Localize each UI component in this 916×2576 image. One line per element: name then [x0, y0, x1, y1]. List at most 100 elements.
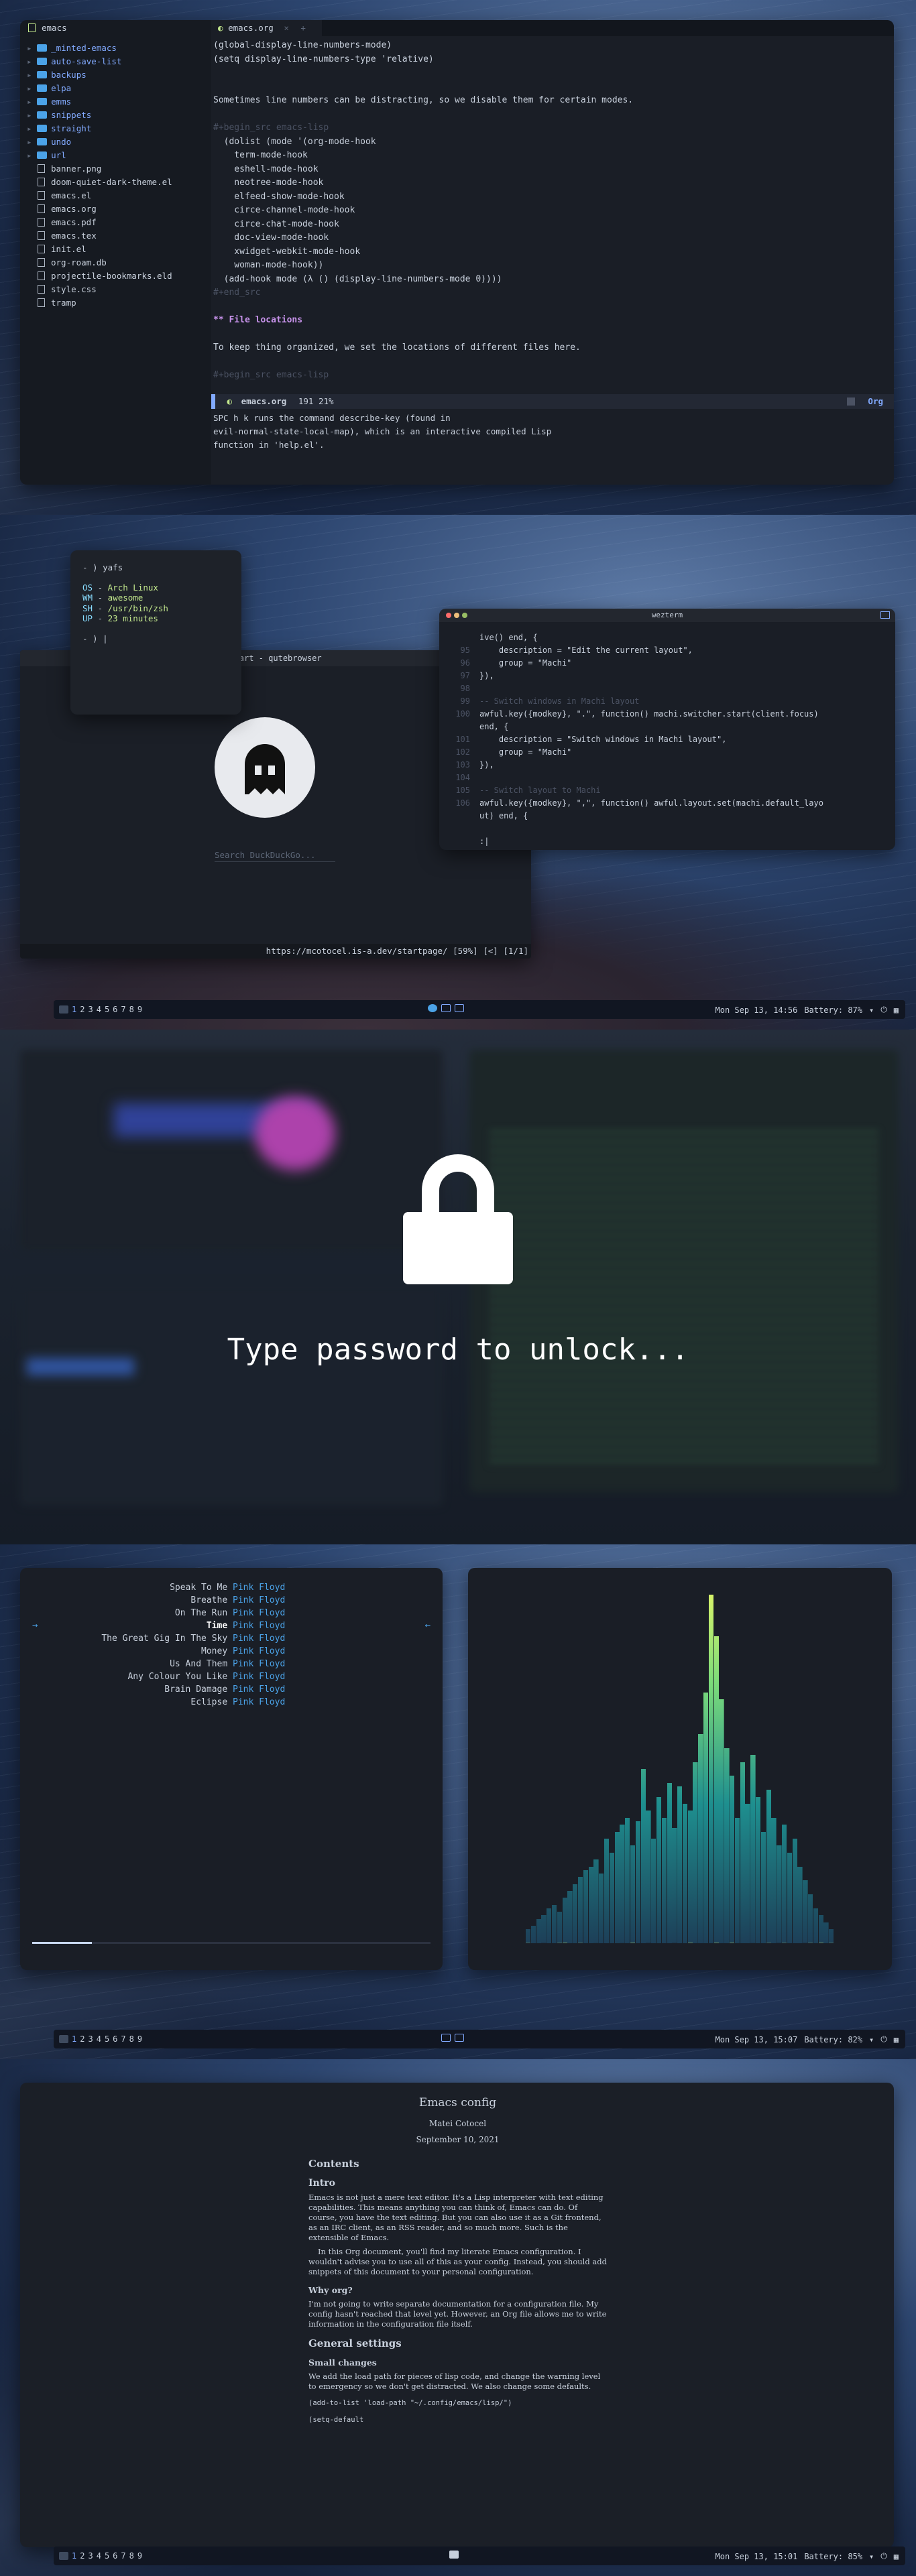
workspace-tag[interactable]: 6	[113, 1005, 117, 1014]
tree-title[interactable]: emacs	[42, 23, 67, 33]
tree-folder[interactable]: ▸ snippets	[27, 109, 211, 122]
maximize-button[interactable]	[462, 613, 467, 618]
wifi-icon[interactable]: ▾	[869, 1005, 874, 1015]
tree-folder[interactable]: ▸ auto-save-list	[27, 55, 211, 68]
visualizer-bar	[719, 1699, 724, 1943]
contents-heading[interactable]: Contents	[308, 2158, 607, 2170]
tree-file[interactable]: style.css	[27, 283, 211, 296]
workspace-tag[interactable]: 9	[137, 2034, 142, 2044]
terminal-task-icon[interactable]	[455, 1004, 464, 1012]
workspace-tag[interactable]: 5	[105, 2551, 109, 2561]
workspace-tag[interactable]: 5	[105, 1005, 109, 1014]
workspace-tag[interactable]: 8	[129, 2034, 134, 2044]
playlist-item[interactable]: Time Pink Floyd	[20, 1619, 296, 1632]
search-input[interactable]: Search DuckDuckGo...	[215, 850, 335, 862]
terminal-task-icon[interactable]	[441, 2034, 451, 2042]
tree-file[interactable]: emacs.org	[27, 202, 211, 216]
tree-file[interactable]: emacs.pdf	[27, 216, 211, 229]
editor-buffer[interactable]: (global-display-line-numbers-mode) (setq …	[213, 39, 884, 383]
progress-bar[interactable]	[32, 1942, 431, 1944]
tree-file[interactable]: emacs.tex	[27, 229, 211, 243]
new-tab-button[interactable]: +	[300, 23, 306, 33]
terminal-line: ut) end, {	[446, 810, 895, 822]
cava-visualizer	[526, 1595, 834, 1943]
playlist-item[interactable]: Money Pink Floyd	[20, 1645, 296, 1658]
pdf-viewer-window[interactable]: Emacs config Matei Cotocel September 10,…	[20, 2083, 894, 2547]
tree-file[interactable]: doom-quiet-dark-theme.el	[27, 176, 211, 189]
pdf-viewer-task-icon[interactable]	[449, 2551, 459, 2559]
workspace-tag[interactable]: 1	[72, 1005, 76, 1014]
menu-grid-icon[interactable]: ▦	[894, 2552, 899, 2561]
layout-icon[interactable]	[59, 2552, 68, 2560]
menu-grid-icon[interactable]: ▦	[894, 2035, 899, 2044]
workspace-tag[interactable]: 1	[72, 2551, 76, 2561]
layout-icon[interactable]	[59, 2035, 68, 2043]
workspace-tag[interactable]: 7	[121, 2551, 125, 2561]
workspace-tag[interactable]: 3	[88, 2551, 93, 2561]
workspace-tag[interactable]: 7	[121, 2034, 125, 2044]
tree-folder[interactable]: ▸ elpa	[27, 82, 211, 95]
wifi-icon[interactable]: ▾	[869, 2035, 874, 2044]
workspace-tag[interactable]: 9	[137, 2551, 142, 2561]
workspace-tag[interactable]: 5	[105, 2034, 109, 2044]
workspace-tag[interactable]: 6	[113, 2034, 117, 2044]
menu-grid-icon[interactable]: ▦	[894, 1005, 899, 1015]
tree-folder[interactable]: ▸ straight	[27, 122, 211, 135]
workspace-tag[interactable]: 8	[129, 2551, 134, 2561]
visualizer-bar	[656, 1796, 662, 1943]
workspace-tag[interactable]: 8	[129, 1005, 134, 1014]
wezterm-titlebar: wezterm	[439, 609, 895, 622]
chevron-right-icon: ▸	[27, 70, 38, 80]
power-icon[interactable]: ⏻	[880, 2551, 887, 2561]
terminal-task-icon[interactable]	[455, 2034, 464, 2042]
wezterm-buffer[interactable]: ive() end, {95 description = "Edit the c…	[439, 622, 895, 848]
tree-file[interactable]: projectile-bookmarks.eld	[27, 269, 211, 283]
playlist-item[interactable]: The Great Gig In The Sky Pink Floyd	[20, 1632, 296, 1645]
browser-task-icon[interactable]	[428, 1004, 437, 1012]
workspace-tag[interactable]: 3	[88, 1005, 93, 1014]
tree-file[interactable]: init.el	[27, 243, 211, 256]
workspace-tag[interactable]: 4	[97, 2034, 101, 2044]
tree-file[interactable]: org-roam.db	[27, 256, 211, 269]
line-text: awful.key({modkey}, ".", function() mach…	[479, 709, 819, 719]
workspace-tag[interactable]: 4	[97, 1005, 101, 1014]
tree-file[interactable]: banner.png	[27, 162, 211, 176]
workspace-tag[interactable]: 2	[80, 2551, 84, 2561]
tab-close-button[interactable]: ×	[284, 23, 289, 33]
playlist-item[interactable]: Any Colour You Like Pink Floyd	[20, 1670, 296, 1683]
visualizer-bar	[703, 1692, 709, 1943]
workspace-tag[interactable]: 7	[121, 1005, 125, 1014]
power-icon[interactable]: ⏻	[880, 1005, 887, 1015]
workspace-tag[interactable]: 3	[88, 2034, 93, 2044]
statusbar-right: Mon Sep 13, 14:56 Battery: 87% ▾ ⏻ ▦	[715, 1005, 899, 1015]
tree-folder[interactable]: ▸ url	[27, 149, 211, 162]
tree-item-label: emacs.org	[51, 204, 97, 214]
wifi-icon[interactable]: ▾	[869, 2552, 874, 2561]
playlist-item[interactable]: Speak To Me Pink Floyd	[20, 1581, 296, 1594]
playlist-item[interactable]: Eclipse Pink Floyd	[20, 1696, 296, 1709]
workspace-tag[interactable]: 2	[80, 2034, 84, 2044]
tree-file[interactable]: emacs.el	[27, 189, 211, 202]
close-button[interactable]	[446, 613, 451, 618]
terminal-task-icon[interactable]	[441, 1004, 451, 1012]
playlist-item[interactable]: Breathe Pink Floyd	[20, 1594, 296, 1607]
tree-folder[interactable]: ▸ backups	[27, 68, 211, 82]
tree-folder[interactable]: ▸ undo	[27, 135, 211, 149]
playlist-item[interactable]: Brain Damage Pink Floyd	[20, 1683, 296, 1696]
workspace-tag[interactable]: 4	[97, 2551, 101, 2561]
playlist-item[interactable]: On The Run Pink Floyd	[20, 1607, 296, 1619]
workspace-tag[interactable]: 1	[72, 2034, 76, 2044]
workspace-tag[interactable]: 9	[137, 1005, 142, 1014]
tab-emacs-org[interactable]: ◐ emacs.org × +	[211, 20, 322, 36]
yafetch-terminal[interactable]: - ) yafs OS - Arch Linux WM - awesome SH…	[70, 550, 241, 715]
tree-folder[interactable]: ▸ emms	[27, 95, 211, 109]
playlist-item[interactable]: Us And Them Pink Floyd	[20, 1658, 296, 1670]
power-icon[interactable]: ⏻	[880, 2034, 887, 2044]
tabs-icon[interactable]	[880, 611, 890, 619]
layout-icon[interactable]	[59, 1005, 68, 1014]
workspace-tag[interactable]: 6	[113, 2551, 117, 2561]
minimize-button[interactable]	[454, 613, 459, 618]
tree-file[interactable]: tramp	[27, 296, 211, 310]
workspace-tag[interactable]: 2	[80, 1005, 84, 1014]
tree-folder[interactable]: ▸ _minted-emacs	[27, 42, 211, 55]
